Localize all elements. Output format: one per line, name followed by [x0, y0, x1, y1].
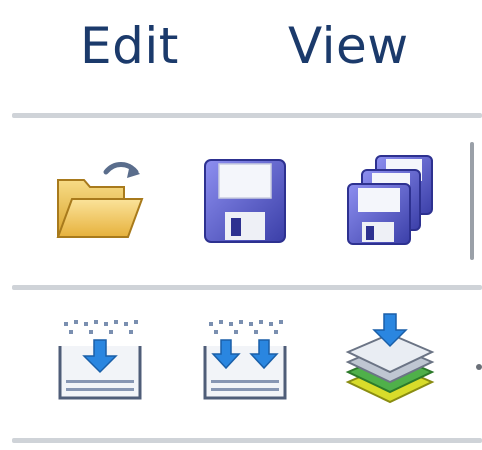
- menu-bar: Edit View: [0, 0, 482, 100]
- save-all-disks-icon: [347, 155, 433, 245]
- import-multiple-icon: [203, 320, 287, 400]
- toolbar-separator: [470, 142, 474, 260]
- menu-divider: [12, 113, 482, 118]
- toolbar-divider: [12, 285, 482, 290]
- save-button[interactable]: [195, 150, 295, 250]
- save-all-button[interactable]: [340, 150, 440, 250]
- menu-view[interactable]: View: [288, 14, 409, 78]
- toolbar-overflow-indicator: [476, 364, 482, 370]
- open-folder-icon: [56, 162, 144, 238]
- save-disk-icon: [204, 159, 286, 243]
- open-button[interactable]: [50, 150, 150, 250]
- import-all-button[interactable]: [195, 310, 295, 410]
- import-layers-icon: [345, 313, 435, 404]
- import-icon: [58, 320, 142, 400]
- import-layers-button[interactable]: [340, 310, 440, 410]
- menu-edit[interactable]: Edit: [80, 14, 179, 78]
- import-button[interactable]: [50, 310, 150, 410]
- bottom-divider: [12, 438, 482, 443]
